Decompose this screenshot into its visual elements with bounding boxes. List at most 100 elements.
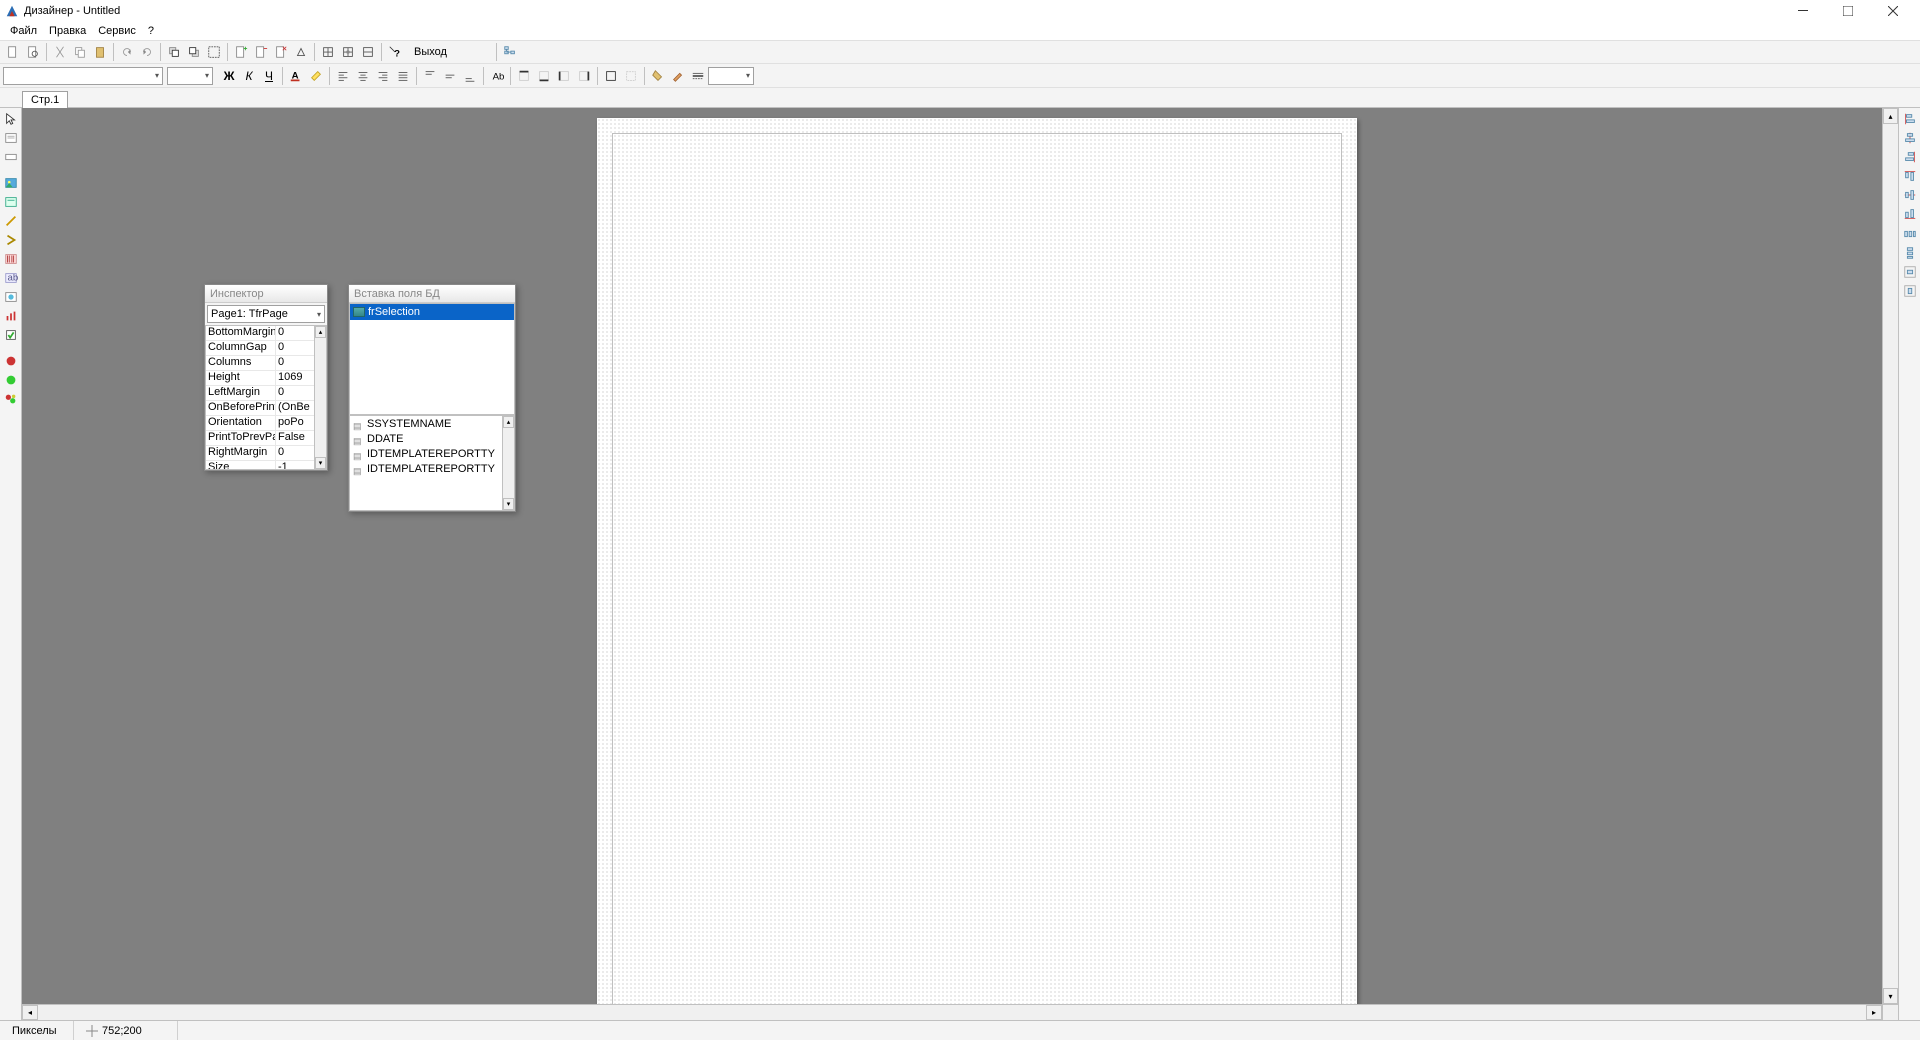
- fill-color-button[interactable]: [648, 66, 668, 86]
- valign-bottom-button[interactable]: [460, 66, 480, 86]
- tree-button[interactable]: [500, 42, 520, 62]
- scroll-track[interactable]: [315, 338, 326, 457]
- inspector-object-combo[interactable]: Page1: TfrPage ▾: [207, 305, 325, 323]
- db-panel-close-icon[interactable]: [496, 287, 510, 301]
- underline-button[interactable]: Ч: [259, 66, 279, 86]
- menu-help[interactable]: ?: [142, 23, 160, 39]
- scroll-up-icon[interactable]: ▴: [503, 416, 514, 428]
- inspector-title[interactable]: Инспектор: [205, 285, 327, 303]
- field-item[interactable]: SSYSTEMNAME: [350, 416, 514, 431]
- space-h-button[interactable]: [1901, 225, 1919, 243]
- field-item[interactable]: DDATE: [350, 431, 514, 446]
- frame-color-button[interactable]: [668, 66, 688, 86]
- page-settings-button[interactable]: [271, 42, 291, 62]
- prop-row[interactable]: LeftMargin0: [206, 386, 326, 401]
- menu-edit[interactable]: Правка: [43, 23, 92, 39]
- inspector-close-icon[interactable]: [308, 287, 322, 301]
- font-color-button[interactable]: A: [286, 66, 306, 86]
- remove-page-button[interactable]: [251, 42, 271, 62]
- paste-button[interactable]: [90, 42, 110, 62]
- band-tool[interactable]: [2, 148, 20, 166]
- scroll-down-icon[interactable]: ▾: [503, 498, 514, 510]
- preview-button[interactable]: [23, 42, 43, 62]
- datasource-list[interactable]: frSelection: [349, 303, 515, 415]
- db-field-panel[interactable]: Вставка поля БД frSelection SSYSTEMNAME …: [348, 284, 516, 512]
- add-page-button[interactable]: [231, 42, 251, 62]
- redo-button[interactable]: [137, 42, 157, 62]
- report-page[interactable]: [597, 118, 1357, 1020]
- inspector-panel[interactable]: Инспектор Page1: TfrPage ▾ BottomMargin0…: [204, 284, 328, 471]
- prop-row[interactable]: Height1069: [206, 371, 326, 386]
- inspector-scrollbar[interactable]: ▴ ▾: [314, 326, 326, 469]
- exit-button[interactable]: Выход: [405, 42, 456, 62]
- maximize-button[interactable]: [1825, 0, 1870, 22]
- frame-none-button[interactable]: [621, 66, 641, 86]
- picture-tool[interactable]: [2, 174, 20, 192]
- align-left-edges-button[interactable]: [1901, 110, 1919, 128]
- highlight-button[interactable]: [306, 66, 326, 86]
- new-button[interactable]: [3, 42, 23, 62]
- frame-bottom-button[interactable]: [534, 66, 554, 86]
- frame-top-button[interactable]: [514, 66, 534, 86]
- canvas-hscrollbar[interactable]: ◂ ▸: [22, 1004, 1882, 1020]
- snap-grid-button[interactable]: [338, 42, 358, 62]
- bold-button[interactable]: Ж: [219, 66, 239, 86]
- select-all-button[interactable]: [204, 42, 224, 62]
- line-tool[interactable]: [2, 212, 20, 230]
- prop-row[interactable]: BottomMargin0: [206, 326, 326, 341]
- scroll-left-icon[interactable]: ◂: [22, 1005, 38, 1020]
- frame-width-combo[interactable]: ▾: [708, 67, 754, 85]
- frame-left-button[interactable]: [554, 66, 574, 86]
- field-item[interactable]: IDTEMPLATEREPORTTY: [350, 461, 514, 476]
- menu-file[interactable]: Файл: [4, 23, 43, 39]
- align-top-edges-button[interactable]: [1901, 167, 1919, 185]
- prop-row[interactable]: ColumnGap0: [206, 341, 326, 356]
- scroll-track[interactable]: [1883, 124, 1898, 988]
- prop-row[interactable]: RightMargin0: [206, 446, 326, 461]
- field-scrollbar[interactable]: ▴ ▾: [502, 416, 514, 510]
- pointer-tool[interactable]: [2, 110, 20, 128]
- align-right-edges-button[interactable]: [1901, 148, 1919, 166]
- barcode-tool[interactable]: [2, 250, 20, 268]
- center-v-page-button[interactable]: [1901, 282, 1919, 300]
- canvas[interactable]: Инспектор Page1: TfrPage ▾ BottomMargin0…: [22, 108, 1898, 1020]
- scroll-right-icon[interactable]: ▸: [1866, 1005, 1882, 1020]
- prop-row[interactable]: Size-1: [206, 461, 326, 470]
- space-v-button[interactable]: [1901, 244, 1919, 262]
- scroll-down-icon[interactable]: ▾: [1883, 988, 1898, 1004]
- align-justify-button[interactable]: [393, 66, 413, 86]
- font-name-combo[interactable]: ▾: [3, 67, 163, 85]
- variables-button[interactable]: [291, 42, 311, 62]
- datasource-item[interactable]: frSelection: [350, 304, 514, 320]
- cut-button[interactable]: [50, 42, 70, 62]
- scroll-track[interactable]: [38, 1005, 1866, 1020]
- valign-middle-button[interactable]: [440, 66, 460, 86]
- minimize-button[interactable]: [1780, 0, 1825, 22]
- checkbox-tool[interactable]: [2, 326, 20, 344]
- text-object-tool[interactable]: [2, 129, 20, 147]
- send-back-button[interactable]: [184, 42, 204, 62]
- frame-right-button[interactable]: [574, 66, 594, 86]
- extra-tool[interactable]: [2, 390, 20, 408]
- frame-all-button[interactable]: [601, 66, 621, 86]
- close-button[interactable]: [1870, 0, 1915, 22]
- align-bottom-edges-button[interactable]: [1901, 205, 1919, 223]
- canvas-vscrollbar[interactable]: ▴ ▾: [1882, 108, 1898, 1004]
- scroll-track[interactable]: [503, 428, 514, 498]
- chart-tool[interactable]: [2, 307, 20, 325]
- prop-row[interactable]: OnBeforePrint(OnBe: [206, 401, 326, 416]
- grid-button[interactable]: [318, 42, 338, 62]
- font-size-combo[interactable]: ▾: [167, 67, 213, 85]
- tab-page1[interactable]: Стр.1: [22, 91, 68, 108]
- inspector-property-grid[interactable]: BottomMargin0 ColumnGap0 Columns0 Height…: [205, 325, 327, 470]
- undo-button[interactable]: [117, 42, 137, 62]
- scroll-up-icon[interactable]: ▴: [1883, 108, 1898, 124]
- cross-tool[interactable]: [2, 352, 20, 370]
- shape-tool[interactable]: [2, 231, 20, 249]
- align-h-center-button[interactable]: [1901, 129, 1919, 147]
- field-item[interactable]: IDTEMPLATEREPORTTY: [350, 446, 514, 461]
- prop-row[interactable]: PrintToPrevPaFalse: [206, 431, 326, 446]
- prop-row[interactable]: OrientationpoPo: [206, 416, 326, 431]
- frame-style-button[interactable]: [688, 66, 708, 86]
- context-help-button[interactable]: ?: [385, 42, 405, 62]
